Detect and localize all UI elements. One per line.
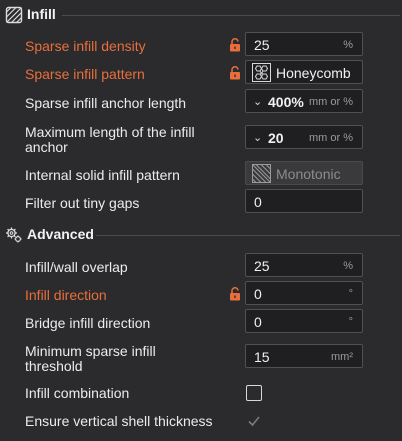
degree-unit: ° [348, 288, 353, 300]
bridge-direction-label: Bridge infill direction [25, 315, 151, 331]
bridge-direction-value: 0 [254, 314, 262, 330]
anchor-length-label: Sparse infill anchor length [25, 95, 187, 111]
anchor-length-value: 400% [268, 94, 304, 110]
overlap-label: Infill/wall overlap [25, 259, 128, 275]
percent-unit: % [343, 260, 353, 272]
mm-or-percent-unit: mm or % [309, 96, 353, 108]
section-divider [62, 15, 400, 16]
overlap-value: 25 [254, 258, 270, 274]
vertical-shell-checkbox[interactable] [246, 413, 262, 429]
filter-gaps-label: Filter out tiny gaps [25, 195, 140, 211]
filter-gaps-input[interactable]: 0 [245, 189, 363, 213]
anchor-length-combo[interactable]: ⌄ 400% mm or % [245, 89, 363, 113]
mm-or-percent-unit: mm or % [309, 132, 353, 144]
max-anchor-value: 20 [268, 130, 284, 146]
unlock-icon[interactable] [229, 287, 241, 301]
chevron-down-icon[interactable]: ⌄ [253, 131, 262, 144]
min-threshold-input[interactable]: 15 mm² [245, 344, 363, 368]
infill-icon [5, 6, 23, 24]
chevron-down-icon[interactable]: ⌄ [253, 95, 262, 108]
filter-gaps-value: 0 [254, 194, 262, 210]
percent-unit: % [343, 39, 353, 51]
advanced-section-title: Advanced [27, 226, 94, 242]
unlock-icon[interactable] [229, 66, 241, 80]
honeycomb-icon [252, 63, 271, 82]
sparse-infill-density-input[interactable]: 25 % [245, 32, 363, 56]
section-divider [96, 235, 400, 236]
internal-solid-value: Monotonic [276, 166, 341, 182]
sparse-infill-density-label: Sparse infill density [25, 38, 146, 54]
min-threshold-label-line2: threshold [25, 358, 83, 374]
infill-section-title: Infill [27, 6, 56, 22]
infill-direction-label: Infill direction [25, 287, 107, 303]
sparse-infill-density-value: 25 [254, 37, 270, 53]
monotonic-icon [252, 164, 271, 183]
infill-section-header: Infill [0, 2, 402, 28]
sparse-infill-pattern-value: Honeycomb [276, 65, 351, 81]
gears-icon [6, 227, 22, 243]
max-anchor-combo[interactable]: ⌄ 20 mm or % [245, 125, 363, 149]
advanced-section-header: Advanced [0, 222, 402, 248]
infill-combination-label: Infill combination [25, 385, 130, 401]
vertical-shell-label: Ensure vertical shell thickness [25, 413, 213, 429]
unlock-icon[interactable] [229, 38, 241, 52]
max-anchor-label-line2: anchor [25, 139, 68, 155]
infill-direction-input[interactable]: 0 ° [245, 281, 363, 305]
sparse-infill-pattern-select[interactable]: Honeycomb [245, 60, 363, 84]
internal-solid-select: Monotonic [245, 161, 363, 185]
degree-unit: ° [348, 316, 353, 328]
sparse-infill-pattern-label: Sparse infill pattern [25, 66, 145, 82]
bridge-direction-input[interactable]: 0 ° [245, 309, 363, 333]
min-threshold-value: 15 [254, 349, 270, 365]
infill-direction-value: 0 [254, 286, 262, 302]
overlap-input[interactable]: 25 % [245, 253, 363, 277]
mm2-unit: mm² [331, 351, 353, 363]
internal-solid-label: Internal solid infill pattern [25, 167, 180, 183]
infill-combination-checkbox[interactable] [246, 385, 262, 401]
